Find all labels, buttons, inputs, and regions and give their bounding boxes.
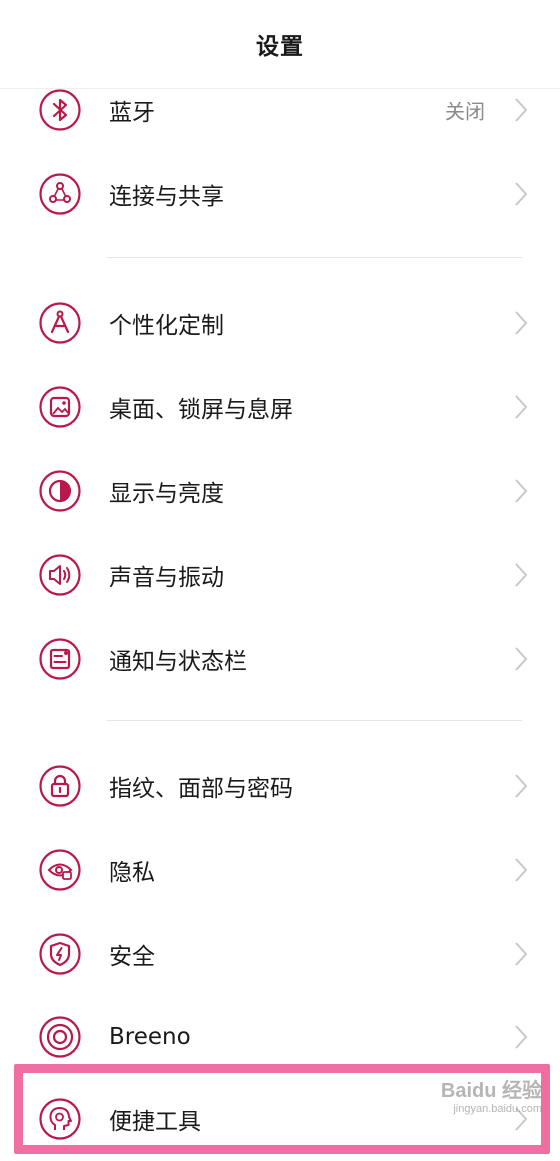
chevron-right-icon bbox=[514, 181, 528, 207]
settings-item-label: Breeno bbox=[109, 1024, 191, 1050]
chevron-right-icon bbox=[514, 1024, 528, 1050]
lock-icon bbox=[38, 764, 82, 808]
share-icon bbox=[38, 172, 82, 216]
settings-item-label: 连接与共享 bbox=[109, 184, 224, 210]
speaker-icon bbox=[38, 553, 82, 597]
eye-lock-icon bbox=[38, 848, 82, 892]
shield-bolt-icon bbox=[38, 932, 82, 976]
watermark-main: Baidu 经验 bbox=[440, 1080, 542, 1102]
settings-item-label: 显示与亮度 bbox=[109, 481, 224, 507]
chevron-right-icon bbox=[514, 310, 528, 336]
settings-item-sound-vibration[interactable]: 声音与振动 bbox=[0, 533, 560, 617]
notification-icon bbox=[38, 637, 82, 681]
watermark: Baidu 经验 jingyan.baidu.com bbox=[441, 1074, 542, 1115]
chevron-right-icon bbox=[514, 857, 528, 883]
contrast-icon bbox=[38, 469, 82, 513]
settings-item-personalization[interactable]: 个性化定制 bbox=[0, 281, 560, 365]
settings-item-label: 声音与振动 bbox=[109, 565, 224, 591]
settings-item-label: 通知与状态栏 bbox=[109, 649, 247, 675]
settings-item-security[interactable]: 安全 bbox=[0, 912, 560, 996]
settings-item-label: 个性化定制 bbox=[109, 313, 224, 339]
settings-item-label: 桌面、锁屏与息屏 bbox=[109, 397, 293, 423]
chevron-right-icon bbox=[514, 394, 528, 420]
chevron-right-icon bbox=[514, 97, 528, 123]
breeno-icon bbox=[38, 1015, 82, 1059]
watermark-sub: jingyan.baidu.com bbox=[453, 1103, 542, 1115]
settings-item-label: 指纹、面部与密码 bbox=[109, 776, 293, 802]
section-divider bbox=[107, 720, 522, 721]
chevron-right-icon bbox=[514, 646, 528, 672]
settings-item-connection-sharing[interactable]: 连接与共享 bbox=[0, 152, 560, 236]
bluetooth-status: 关闭 bbox=[445, 99, 485, 124]
bluetooth-icon bbox=[38, 88, 82, 132]
chevron-right-icon bbox=[514, 478, 528, 504]
settings-item-fingerprint-face-password[interactable]: 指纹、面部与密码 bbox=[0, 744, 560, 828]
chevron-right-icon bbox=[514, 562, 528, 588]
settings-item-bluetooth[interactable]: 蓝牙 关闭 bbox=[0, 68, 560, 152]
settings-item-privacy[interactable]: 隐私 bbox=[0, 828, 560, 912]
settings-item-display-brightness[interactable]: 显示与亮度 bbox=[0, 449, 560, 533]
chevron-right-icon bbox=[514, 941, 528, 967]
settings-item-notifications[interactable]: 通知与状态栏 bbox=[0, 617, 560, 701]
settings-item-desktop-lockscreen[interactable]: 桌面、锁屏与息屏 bbox=[0, 365, 560, 449]
settings-item-label: 安全 bbox=[109, 944, 155, 970]
settings-item-label: 隐私 bbox=[109, 860, 155, 886]
compass-icon bbox=[38, 301, 82, 345]
wallpaper-icon bbox=[38, 385, 82, 429]
section-divider bbox=[107, 257, 522, 258]
page-title: 设置 bbox=[256, 34, 304, 60]
settings-item-label: 蓝牙 bbox=[109, 100, 155, 126]
chevron-right-icon bbox=[514, 773, 528, 799]
